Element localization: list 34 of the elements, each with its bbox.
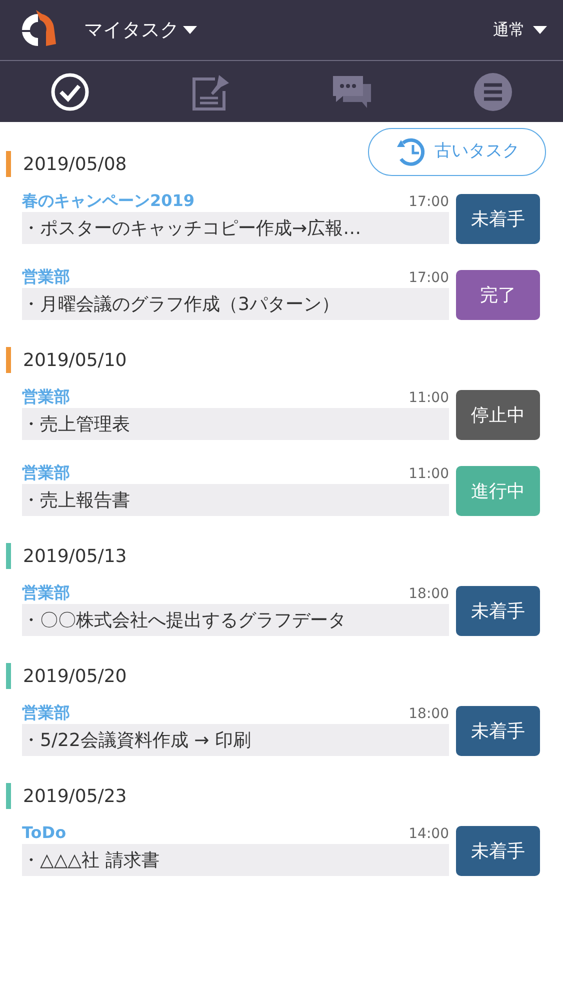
status-button[interactable]: 未着手 (456, 194, 540, 244)
note-pin-icon (191, 72, 232, 110)
mode-dropdown[interactable]: 通常 (493, 18, 547, 42)
chat-bubbles-icon (330, 74, 373, 110)
date-heading: 2019/05/08 (23, 152, 127, 176)
task-title[interactable]: ・△△△社 請求書 (22, 844, 449, 876)
status-button[interactable]: 停止中 (456, 390, 540, 440)
due-time: 17:00 (408, 269, 449, 288)
due-time: 17:00 (408, 193, 449, 212)
task-title[interactable]: ・ポスターのキャッチコピー作成→広報… (22, 212, 449, 244)
my-tasks-dropdown[interactable]: マイタスク (84, 16, 197, 44)
status-button[interactable]: 未着手 (456, 826, 540, 876)
status-button[interactable]: 未着手 (456, 706, 540, 756)
status-button[interactable]: 未着手 (456, 586, 540, 636)
task-title[interactable]: ・5/22会議資料作成 → 印刷 (22, 724, 449, 756)
due-time: 14:00 (408, 825, 449, 844)
task-title[interactable]: ・売上報告書 (22, 484, 449, 516)
checkmark-circle-icon (50, 72, 90, 112)
due-time: 11:00 (408, 465, 449, 484)
caret-icon (183, 26, 197, 34)
menu-icon (472, 72, 513, 112)
task-title[interactable]: ・月曜会議のグラフ作成（3パターン） (22, 288, 449, 320)
due-time: 11:00 (408, 389, 449, 408)
date-heading: 2019/05/10 (23, 348, 127, 372)
status-button[interactable]: 完了 (456, 270, 540, 320)
caret-icon (533, 26, 547, 34)
due-time: 18:00 (408, 585, 449, 604)
history-clock-icon (394, 137, 426, 167)
due-time: 18:00 (408, 705, 449, 724)
date-heading: 2019/05/13 (23, 544, 127, 568)
task-title[interactable]: ・売上管理表 (22, 408, 449, 440)
date-heading: 2019/05/23 (23, 784, 127, 808)
task-title[interactable]: ・〇〇株式会社へ提出するグラフデータ (22, 604, 449, 636)
date-heading: 2019/05/20 (23, 664, 127, 688)
